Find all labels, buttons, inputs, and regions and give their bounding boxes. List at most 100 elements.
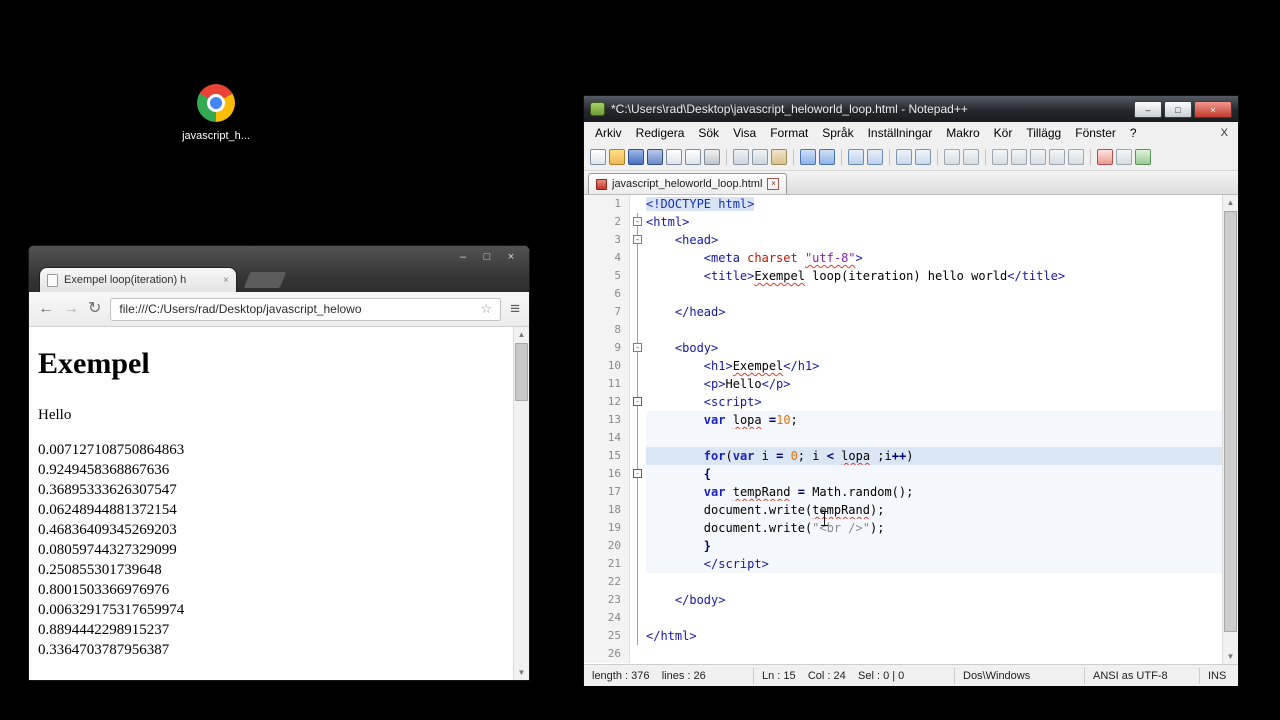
code-line-4[interactable]: 4 <meta charset "utf-8">	[584, 249, 1238, 267]
forward-icon[interactable]: →	[63, 301, 79, 317]
menu-item-visa[interactable]: Visa	[726, 124, 763, 142]
zoom-out-icon[interactable]	[915, 149, 931, 165]
code-line-20[interactable]: 20 }	[584, 537, 1238, 555]
browser-scrollbar[interactable]: ▲ ▼	[513, 327, 529, 680]
editor-scrollbar-thumb[interactable]	[1224, 211, 1237, 632]
close-doc-icon[interactable]	[666, 149, 682, 165]
fold-toggle-icon[interactable]: -	[633, 397, 642, 406]
code-line-3[interactable]: 3- <head>	[584, 231, 1238, 249]
code-line-10[interactable]: 10 <h1>Exempel</h1>	[584, 357, 1238, 375]
word-wrap-icon[interactable]	[992, 149, 1008, 165]
address-bar[interactable]: file:///C:/Users/rad/Desktop/javascript_…	[110, 297, 502, 321]
notepad-maximize-button[interactable]: □	[1164, 100, 1192, 118]
sync-scroll-h-icon[interactable]	[963, 149, 979, 165]
code-line-24[interactable]: 24	[584, 609, 1238, 627]
browser-minimize-button[interactable]: –	[451, 249, 475, 265]
notepad-close-button[interactable]: ×	[1194, 100, 1232, 118]
menu-item-kr[interactable]: Kör	[987, 124, 1020, 142]
browser-titlebar[interactable]: – □ × Exempel loop(iteration) h ×	[29, 246, 529, 292]
print-icon[interactable]	[704, 149, 720, 165]
replace-icon[interactable]	[867, 149, 883, 165]
editor-scroll-up-icon[interactable]: ▲	[1223, 195, 1238, 210]
address-bar-url[interactable]: file:///C:/Users/rad/Desktop/javascript_…	[119, 302, 480, 316]
menu-item-fnster[interactable]: Fönster	[1068, 124, 1123, 142]
fold-toggle-icon[interactable]: -	[633, 469, 642, 478]
code-line-11[interactable]: 11 <p>Hello</p>	[584, 375, 1238, 393]
browser-tab-close-icon[interactable]: ×	[223, 275, 229, 286]
new-file-icon[interactable]	[590, 149, 606, 165]
menu-item-sprk[interactable]: Språk	[815, 124, 860, 142]
notepad-minimize-button[interactable]: –	[1134, 100, 1162, 118]
sync-scroll-v-icon[interactable]	[944, 149, 960, 165]
code-line-15[interactable]: 15 for(var i = 0; i < lopa ;i++)	[584, 447, 1238, 465]
editor-scroll-down-icon[interactable]: ▼	[1223, 649, 1238, 664]
code-line-2[interactable]: 2- <html>	[584, 213, 1238, 231]
menu-item-redigera[interactable]: Redigera	[629, 124, 692, 142]
browser-menu-icon[interactable]: ≡	[510, 299, 520, 319]
function-list-icon[interactable]	[1049, 149, 1065, 165]
browser-close-button[interactable]: ×	[499, 249, 523, 265]
code-line-8[interactable]: 8	[584, 321, 1238, 339]
code-line-22[interactable]: 22	[584, 573, 1238, 591]
menu-item-[interactable]: ?	[1123, 124, 1144, 142]
close-all-icon[interactable]	[685, 149, 701, 165]
code-line-13[interactable]: 13 var lopa =10;	[584, 411, 1238, 429]
stop-macro-icon[interactable]	[1116, 149, 1132, 165]
editor-scrollbar[interactable]: ▲ ▼	[1222, 195, 1238, 664]
code-line-7[interactable]: 7 </head>	[584, 303, 1238, 321]
reload-icon[interactable]: ↻	[88, 301, 101, 317]
code-line-6[interactable]: 6	[584, 285, 1238, 303]
code-line-12[interactable]: 12- <script>	[584, 393, 1238, 411]
fold-toggle-icon[interactable]: -	[633, 217, 642, 226]
scroll-down-icon[interactable]: ▼	[514, 665, 529, 680]
code-line-25[interactable]: 25 </html>	[584, 627, 1238, 645]
new-tab-button[interactable]	[243, 272, 287, 288]
undo-icon[interactable]	[800, 149, 816, 165]
paste-icon[interactable]	[771, 149, 787, 165]
code-line-16[interactable]: 16- {	[584, 465, 1238, 483]
code-line-17[interactable]: 17 var tempRand = Math.random();	[584, 483, 1238, 501]
code-line-23[interactable]: 23 </body>	[584, 591, 1238, 609]
code-line-14[interactable]: 14	[584, 429, 1238, 447]
browser-scrollbar-thumb[interactable]	[515, 343, 528, 401]
fold-toggle-icon[interactable]: -	[633, 343, 642, 352]
scroll-up-icon[interactable]: ▲	[514, 327, 529, 342]
menu-item-format[interactable]: Format	[763, 124, 815, 142]
code-line-1[interactable]: 1 <!DOCTYPE html>	[584, 195, 1238, 213]
doc-map-icon[interactable]	[1068, 149, 1084, 165]
desktop-icon-chrome[interactable]: javascript_h...	[173, 84, 259, 142]
zoom-in-icon[interactable]	[896, 149, 912, 165]
code-line-5[interactable]: 5 <title>Exempel loop(iteration) hello w…	[584, 267, 1238, 285]
code-line-26[interactable]: 26	[584, 645, 1238, 663]
redo-icon[interactable]	[819, 149, 835, 165]
menu-item-makro[interactable]: Makro	[939, 124, 986, 142]
save-all-icon[interactable]	[647, 149, 663, 165]
menu-item-tillgg[interactable]: Tillägg	[1019, 124, 1068, 142]
back-icon[interactable]: ←	[38, 301, 54, 317]
document-tab[interactable]: javascript_heloworld_loop.html ×	[588, 173, 788, 194]
bookmark-star-icon[interactable]: ☆	[480, 301, 492, 317]
menubar-close-x[interactable]: X	[1221, 127, 1228, 139]
document-tab-close-icon[interactable]: ×	[767, 178, 780, 190]
menu-item-instllningar[interactable]: Inställningar	[861, 124, 940, 142]
save-icon[interactable]	[628, 149, 644, 165]
show-all-chars-icon[interactable]	[1011, 149, 1027, 165]
browser-maximize-button[interactable]: □	[475, 249, 499, 265]
code-line-18[interactable]: 18 document.write(tempRand);	[584, 501, 1238, 519]
code-line-19[interactable]: 19 document.write("<br />");	[584, 519, 1238, 537]
play-macro-icon[interactable]	[1135, 149, 1151, 165]
open-icon[interactable]	[609, 149, 625, 165]
cut-icon[interactable]	[733, 149, 749, 165]
browser-tab[interactable]: Exempel loop(iteration) h ×	[39, 267, 237, 292]
code-line-9[interactable]: 9- <body>	[584, 339, 1238, 357]
menu-item-sk[interactable]: Sök	[691, 124, 726, 142]
fold-toggle-icon[interactable]: -	[633, 235, 642, 244]
indent-guide-icon[interactable]	[1030, 149, 1046, 165]
code-line-21[interactable]: 21 </script>	[584, 555, 1238, 573]
record-macro-icon[interactable]	[1097, 149, 1113, 165]
menu-item-arkiv[interactable]: Arkiv	[588, 124, 629, 142]
find-icon[interactable]	[848, 149, 864, 165]
code-editor[interactable]: 1 <!DOCTYPE html> 2- <html> 3- <head> 4 <meta…	[584, 195, 1238, 664]
notepad-titlebar[interactable]: *C:\Users\rad\Desktop\javascript_helowor…	[584, 96, 1238, 122]
copy-icon[interactable]	[752, 149, 768, 165]
